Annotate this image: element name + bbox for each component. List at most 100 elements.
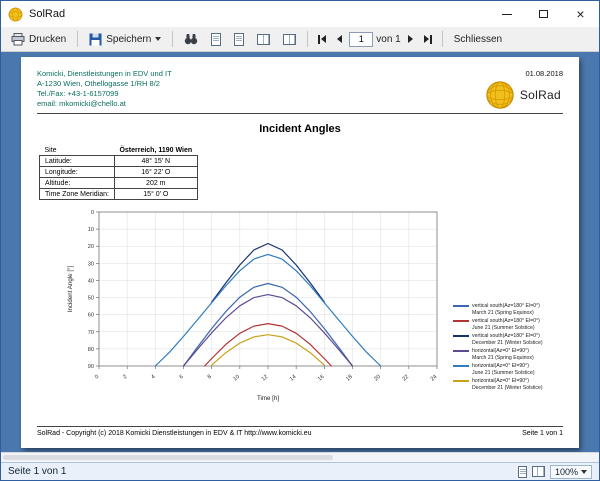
zoom-level: 100% [555, 467, 578, 477]
incident-angle-chart: 0246810121416182022240102030405060708090… [63, 205, 445, 403]
legend-entry: horizontal(Az=0° El=90°)June 21 (Summer … [453, 363, 563, 376]
legend-entry: vertical south(Az=180° El=0°)March 21 (S… [453, 303, 563, 316]
zoom-control[interactable]: 100% [550, 465, 592, 479]
two-pages-button[interactable] [278, 31, 301, 48]
close-preview-button[interactable]: Schliessen [449, 31, 507, 48]
svg-text:50: 50 [88, 296, 94, 302]
company-street: A-1230 Wien, Othellogasse 1/RH 8/2 [37, 79, 172, 89]
legend-series-day: June 21 (Summer Solstice) [472, 325, 535, 332]
legend-series-day: December 21 (Winter Solstice) [472, 340, 543, 347]
site-info-table: Site Österreich, 1190 Wien Latitude: 48°… [39, 145, 198, 200]
svg-text:20: 20 [373, 374, 382, 383]
save-button[interactable]: Speichern [84, 30, 166, 49]
maximize-button[interactable] [525, 1, 562, 27]
minimize-button[interactable] [488, 1, 525, 27]
arrow-right-icon [408, 35, 413, 43]
find-button[interactable] [179, 30, 203, 48]
whole-page-button[interactable] [229, 30, 249, 49]
svg-text:90: 90 [88, 364, 94, 370]
brand-name: SolRad [520, 88, 561, 102]
legend-color-mark [453, 365, 469, 367]
longitude-value: 16° 22' O [114, 167, 197, 178]
report-header: Komicki, Dienstleistungen in EDV und IT … [37, 69, 563, 110]
svg-text:14: 14 [289, 374, 298, 383]
close-icon: × [576, 7, 584, 21]
multi-page-view-icon[interactable] [532, 466, 545, 477]
company-email: email: mkomicki@chello.at [37, 99, 172, 109]
table-row: Latitude: 48° 15' N [40, 156, 198, 167]
app-window: SolRad × Drucken Speichern [0, 0, 600, 481]
close-preview-label: Schliessen [454, 34, 502, 45]
page-width-button[interactable] [252, 31, 275, 48]
page-width-icon [257, 34, 270, 45]
svg-text:70: 70 [88, 330, 94, 336]
svg-text:4: 4 [150, 374, 156, 381]
svg-text:12: 12 [261, 374, 270, 383]
scrollbar-thumb[interactable] [3, 455, 333, 460]
legend-color-mark [453, 320, 469, 322]
svg-text:16: 16 [317, 374, 326, 383]
table-row: Time Zone Meridian: 15° 0' O [40, 189, 198, 200]
svg-text:Time [h]: Time [h] [257, 395, 279, 402]
svg-text:20: 20 [88, 244, 94, 250]
legend-entry: vertical south(Az=180° El=0°)June 21 (Su… [453, 318, 563, 331]
arrow-right-icon [424, 35, 429, 43]
svg-text:0: 0 [94, 374, 100, 381]
binoculars-icon [184, 33, 198, 45]
save-button-label: Speichern [106, 34, 151, 45]
legend-color-mark [453, 380, 469, 382]
legend-spacer [453, 357, 469, 359]
table-row: Site Österreich, 1190 Wien [40, 145, 198, 156]
titlebar: SolRad × [1, 1, 599, 27]
printer-icon [11, 33, 25, 46]
report-title: Incident Angles [37, 123, 563, 135]
svg-text:Incident Angle [°]: Incident Angle [°] [67, 265, 74, 312]
svg-text:18: 18 [345, 374, 354, 383]
zoom-dropdown-icon [581, 470, 587, 474]
legend-spacer [453, 327, 469, 329]
two-pages-icon [283, 34, 296, 45]
altitude-value: 202 m [114, 178, 197, 189]
legend-color-mark [453, 305, 469, 307]
page-number-input[interactable] [349, 32, 373, 47]
svg-text:6: 6 [179, 374, 185, 381]
previous-page-button[interactable] [333, 32, 346, 46]
svg-text:80: 80 [88, 347, 94, 353]
close-button[interactable]: × [562, 1, 599, 27]
arrow-left-icon [337, 35, 342, 43]
page-setup-button[interactable] [206, 30, 226, 49]
arrow-left-icon [321, 35, 326, 43]
next-page-button[interactable] [404, 32, 417, 46]
report-page: Komicki, Dienstleistungen in EDV und IT … [21, 57, 579, 448]
svg-text:30: 30 [88, 261, 94, 267]
app-sun-icon [8, 7, 23, 22]
legend-series-day: March 21 (Spring Equinox) [472, 310, 534, 317]
latitude-value: 48° 15' N [114, 156, 197, 167]
save-dropdown-icon[interactable] [155, 37, 161, 41]
legend-color-mark [453, 350, 469, 352]
company-phone: Tel./Fax: +43-1-6157099 [37, 89, 172, 99]
svg-text:8: 8 [207, 374, 213, 381]
statusbar-page-text: Seite 1 von 1 [8, 466, 66, 477]
altitude-label: Altitude: [40, 178, 115, 189]
first-page-button[interactable] [314, 32, 330, 47]
svg-text:60: 60 [88, 313, 94, 319]
legend-spacer [453, 387, 469, 389]
legend-entry: horizontal(Az=0° El=90°)March 21 (Spring… [453, 348, 563, 361]
svg-text:22: 22 [401, 374, 410, 383]
statusbar: Seite 1 von 1 100% [1, 462, 599, 480]
single-page-view-icon[interactable] [518, 466, 527, 478]
print-button-label: Drucken [29, 34, 66, 45]
last-page-button[interactable] [420, 32, 436, 47]
legend-series-day: December 21 (Winter Solstice) [472, 385, 543, 392]
first-page-icon [318, 35, 320, 44]
header-divider [37, 113, 563, 114]
company-name: Komicki, Dienstleistungen in EDV und IT [37, 69, 172, 79]
whole-page-icon [234, 33, 244, 46]
window-title: SolRad [29, 8, 65, 20]
legend-series-day: June 21 (Summer Solstice) [472, 370, 535, 377]
horizontal-scrollbar[interactable] [1, 452, 599, 462]
save-icon [89, 33, 102, 46]
toolbar-separator [172, 31, 173, 47]
print-button[interactable]: Drucken [6, 30, 71, 49]
